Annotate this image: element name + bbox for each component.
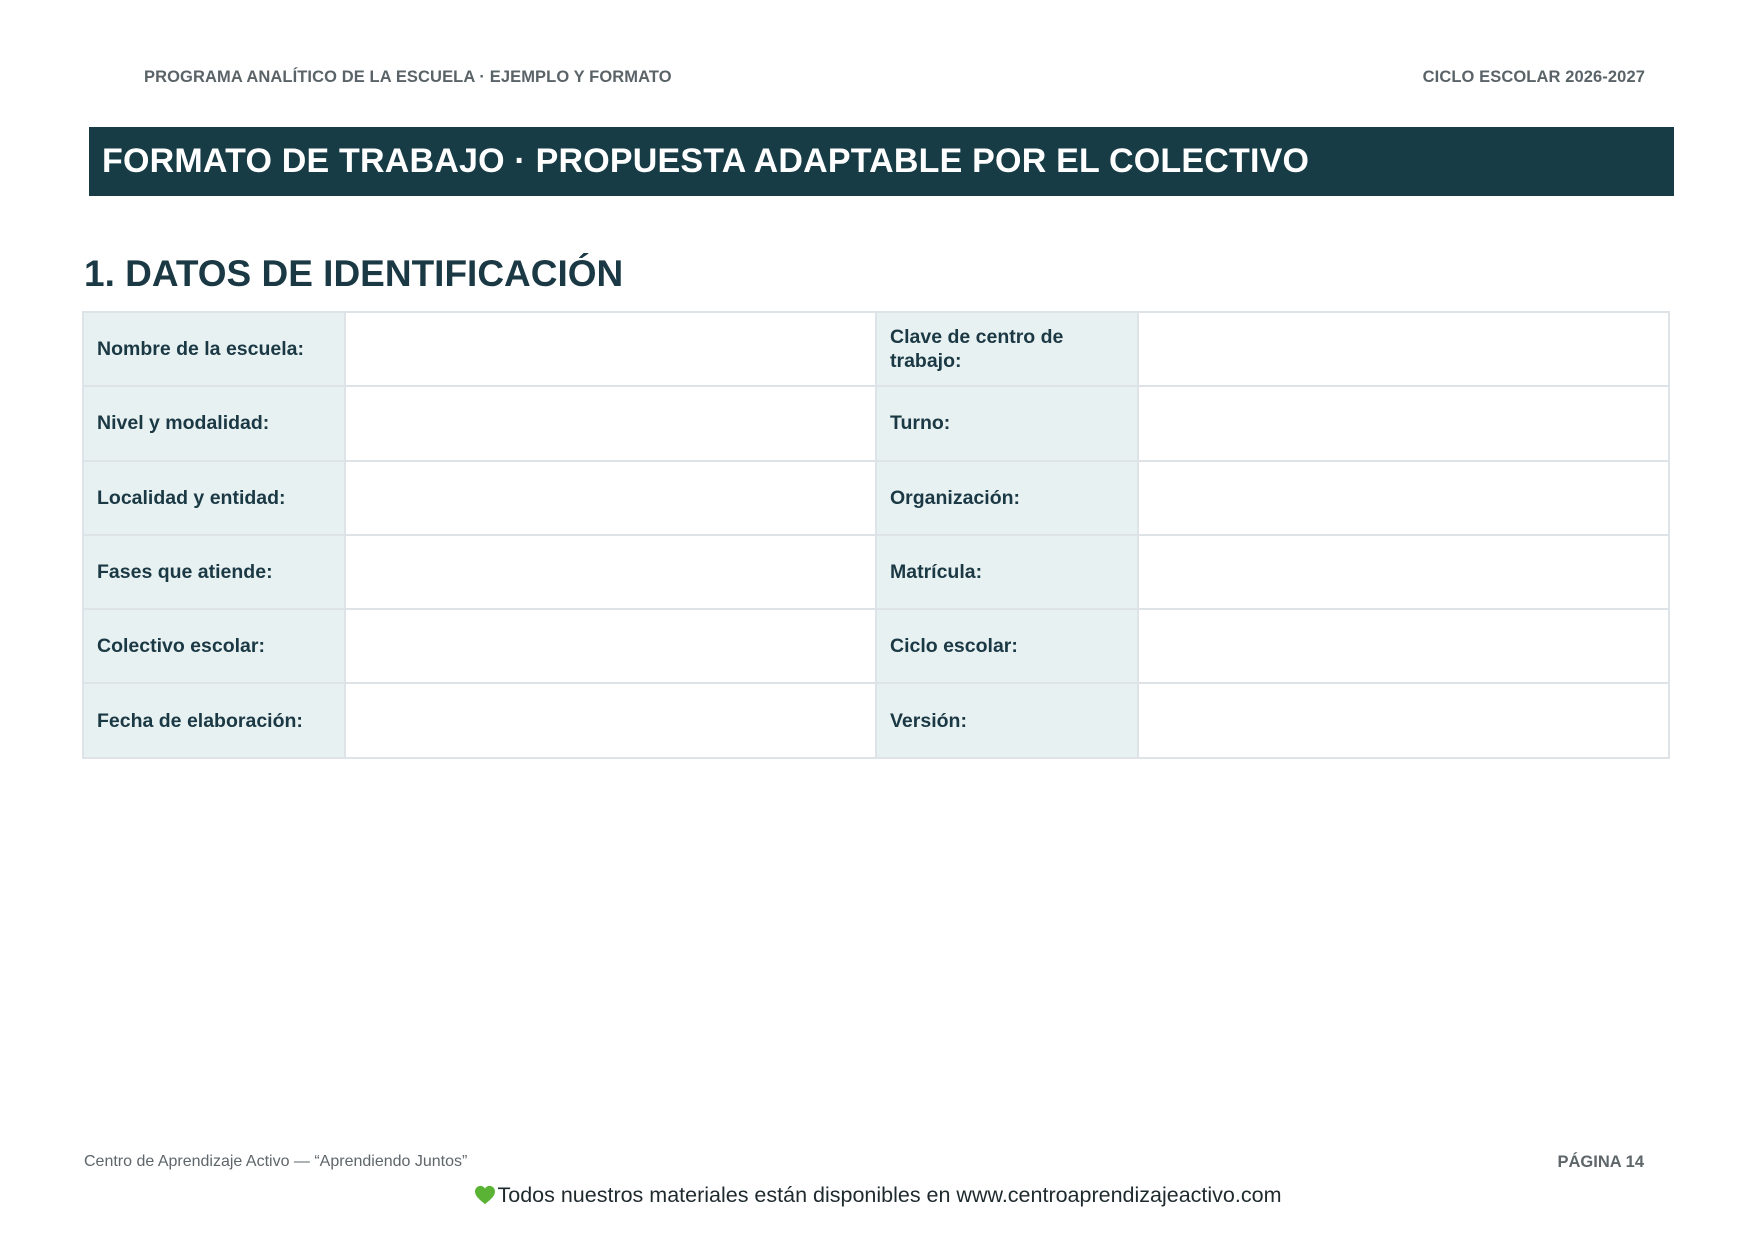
identification-table-body: Nombre de la escuela: Clave de centro de … <box>82 310 1670 759</box>
field-label: Clave de centro de trabajo: <box>875 310 1139 388</box>
field-label: Organización: <box>875 459 1139 536</box>
field-label: Nombre de la escuela: <box>82 310 346 388</box>
table-row: Fecha de elaboración: Versión: <box>82 682 1670 759</box>
footer-page-number: PÁGINA 14 <box>1557 1153 1645 1171</box>
running-header: PROGRAMA ANALÍTICO DE LA ESCUELA · EJEMP… <box>144 68 1645 87</box>
field-label: Fecha de elaboración: <box>82 682 346 759</box>
header-program-title: PROGRAMA ANALÍTICO DE LA ESCUELA · EJEMP… <box>144 68 672 86</box>
field-label: Versión: <box>875 682 1139 759</box>
field-value-cell[interactable] <box>1137 385 1670 462</box>
table-row: Localidad y entidad: Organización: <box>82 459 1670 536</box>
field-value-cell[interactable] <box>1137 310 1670 388</box>
section-title: 1. DATOS DE IDENTIFICACIÓN <box>84 253 624 294</box>
table-row: Nivel y modalidad: Turno: <box>82 385 1670 462</box>
header-school-cycle: CICLO ESCOLAR 2026-2027 <box>1422 68 1645 86</box>
field-value-cell[interactable] <box>344 533 877 611</box>
field-label: Nivel y modalidad: <box>82 385 346 462</box>
banner-title: FORMATO DE TRABAJO · PROPUESTA ADAPTABLE… <box>102 142 1310 180</box>
footer-organization: Centro de Aprendizaje Activo — “Aprendie… <box>84 1153 468 1170</box>
field-value-cell[interactable] <box>1137 459 1670 536</box>
field-label: Fases que atiende: <box>82 533 346 611</box>
field-label: Matrícula: <box>875 533 1139 611</box>
format-banner: FORMATO DE TRABAJO · PROPUESTA ADAPTABLE… <box>89 127 1674 196</box>
field-label: Turno: <box>875 385 1139 462</box>
field-value-cell[interactable] <box>344 459 877 536</box>
table-row: Fases que atiende: Matrícula: <box>82 533 1670 611</box>
footer-note-text: Todos nuestros materiales están disponib… <box>497 1183 1282 1207</box>
field-label: Localidad y entidad: <box>82 459 346 536</box>
field-value-cell[interactable] <box>344 608 877 685</box>
field-label: Colectivo escolar: <box>82 608 346 685</box>
field-value-cell[interactable] <box>344 310 877 388</box>
identification-table: Nombre de la escuela: Clave de centro de … <box>82 310 1670 759</box>
footer-website-note: Todos nuestros materiales están disponib… <box>0 1183 1755 1208</box>
document-page: PROGRAMA ANALÍTICO DE LA ESCUELA · EJEMP… <box>0 0 1755 1242</box>
green-heart-icon <box>474 1185 495 1205</box>
table-row: Nombre de la escuela: Clave de centro de … <box>82 310 1670 388</box>
field-value-cell[interactable] <box>1137 608 1670 685</box>
field-value-cell[interactable] <box>344 682 877 759</box>
field-label: Ciclo escolar: <box>875 608 1139 685</box>
table-row: Colectivo escolar: Ciclo escolar: <box>82 608 1670 685</box>
field-value-cell[interactable] <box>1137 682 1670 759</box>
field-value-cell[interactable] <box>344 385 877 462</box>
field-value-cell[interactable] <box>1137 533 1670 611</box>
